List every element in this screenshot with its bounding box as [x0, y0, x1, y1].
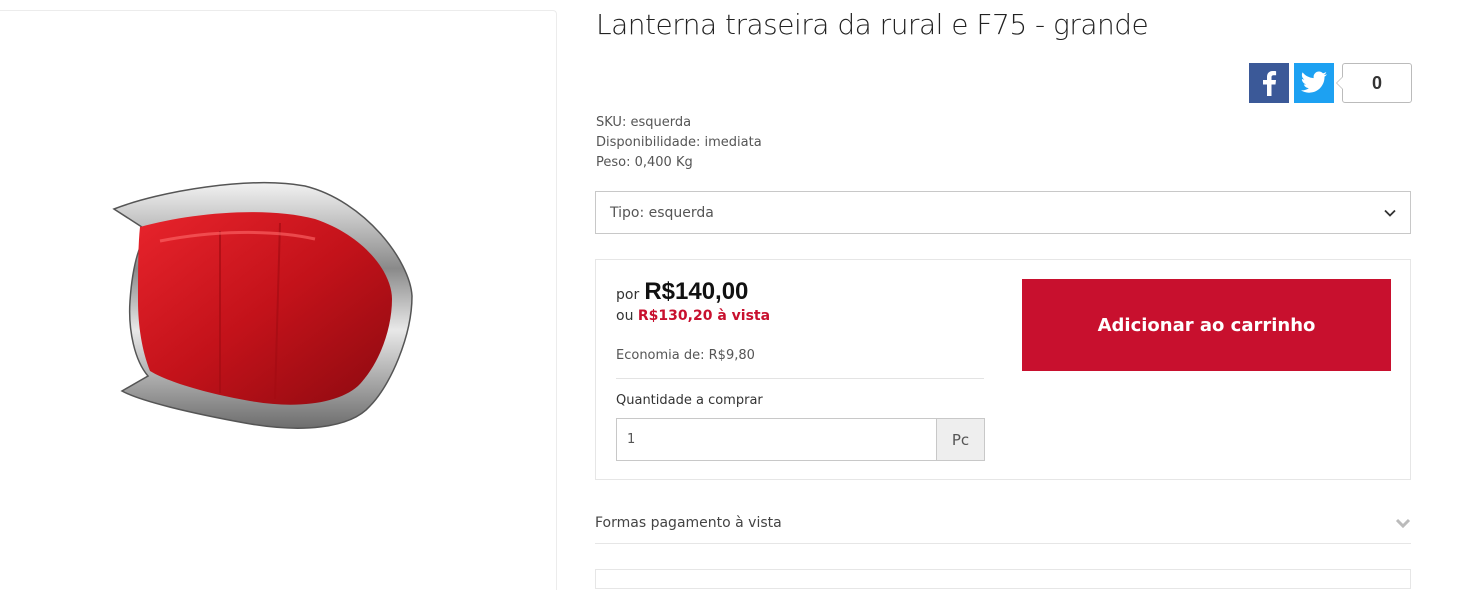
divider [616, 378, 984, 379]
product-meta: SKU: esquerda Disponibilidade: imediata … [596, 113, 762, 173]
chevron-down-icon [1395, 518, 1411, 528]
facebook-icon [1263, 71, 1277, 96]
availability-text: Disponibilidade: imediata [596, 135, 762, 150]
payment-methods-label: Formas pagamento à vista [595, 515, 782, 531]
product-image [112, 182, 413, 429]
share-bar: 0 [1249, 63, 1412, 103]
weight-text: Peso: 0,400 Kg [596, 155, 693, 170]
quantity-input[interactable] [616, 418, 936, 461]
quantity-label: Quantidade a comprar [616, 393, 763, 408]
price-prefix: por [616, 287, 640, 303]
price-line: por R$140,00 [616, 278, 748, 306]
twitter-icon [1300, 71, 1327, 93]
buy-box: por R$140,00 ou R$130,20 à vista Economi… [595, 259, 1411, 480]
product-title: Lanterna traseira da rural e F75 - grand… [596, 8, 1149, 41]
savings-text: Economia de: R$9,80 [616, 348, 755, 363]
chevron-down-icon [1384, 209, 1396, 217]
cash-prefix: ou [616, 308, 634, 324]
twitter-share-button[interactable] [1294, 63, 1334, 103]
cash-price-value: R$130,20 à vista [637, 308, 771, 324]
quantity-group: Pc [616, 418, 985, 461]
variant-selected-value: Tipo: esquerda [610, 204, 714, 221]
share-count: 0 [1336, 63, 1412, 103]
cash-price-line: ou R$130,20 à vista [616, 308, 770, 324]
facebook-share-button[interactable] [1249, 63, 1289, 103]
price-value: R$140,00 [644, 278, 749, 305]
add-to-cart-button[interactable]: Adicionar ao carrinho [1022, 279, 1391, 371]
product-image-panel [0, 10, 557, 590]
quantity-unit: Pc [936, 418, 985, 461]
sku-text: SKU: esquerda [596, 115, 692, 130]
next-section-box [595, 569, 1411, 589]
variant-select[interactable]: Tipo: esquerda [595, 191, 1411, 234]
payment-methods-accordion[interactable]: Formas pagamento à vista [595, 503, 1411, 544]
